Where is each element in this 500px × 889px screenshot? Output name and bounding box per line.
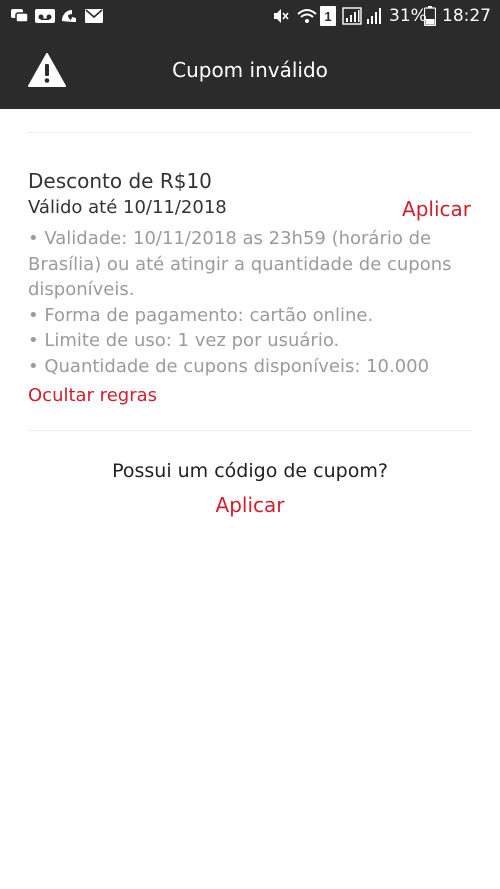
mail-icon xyxy=(84,7,104,29)
coupon-title: Desconto de R$10 xyxy=(28,169,212,193)
wifi-icon xyxy=(296,7,318,29)
apply-coupon-button[interactable]: Aplicar xyxy=(402,197,471,221)
signal-icon xyxy=(342,7,362,29)
app-header: Cupom inválido xyxy=(0,33,500,109)
page-title: Cupom inválido xyxy=(172,58,328,82)
status-bar: 1 31% 18:27 xyxy=(0,0,500,33)
coupon-rule: • Validade: 10/11/2018 as 23h59 (horário… xyxy=(28,228,452,300)
battery-percentage: 31% xyxy=(389,6,427,26)
coupon-rule: • Limite de uso: 1 vez por usuário. xyxy=(28,330,340,351)
muted-icon xyxy=(272,7,290,29)
divider xyxy=(28,132,472,133)
clock: 18:27 xyxy=(442,6,491,26)
chat-icon xyxy=(10,7,30,29)
voicemail-icon xyxy=(34,7,56,29)
apply-promo-code-button[interactable]: Aplicar xyxy=(216,493,285,517)
coupon-validity: Válido até 10/11/2018 xyxy=(28,197,227,218)
sim-slot-label: 1 xyxy=(324,9,331,24)
hide-rules-link[interactable]: Ocultar regras xyxy=(28,385,157,406)
signal-icon xyxy=(366,7,382,29)
divider xyxy=(28,430,472,431)
coupon-rule: • Forma de pagamento: cartão online. xyxy=(28,304,374,326)
coupon-rule: • Quantidade de cupons disponíveis: 10.0… xyxy=(28,355,430,377)
battery-icon xyxy=(423,6,437,30)
promo-apply-container: Aplicar xyxy=(0,493,500,517)
coupon-rules-list: • Validade: 10/11/2018 as 23h59 (horário… xyxy=(28,226,472,379)
promo-code-question: Possui um código de cupom? xyxy=(112,460,388,482)
sim-1-icon: 1 xyxy=(320,6,336,30)
missed-call-icon xyxy=(59,7,79,29)
